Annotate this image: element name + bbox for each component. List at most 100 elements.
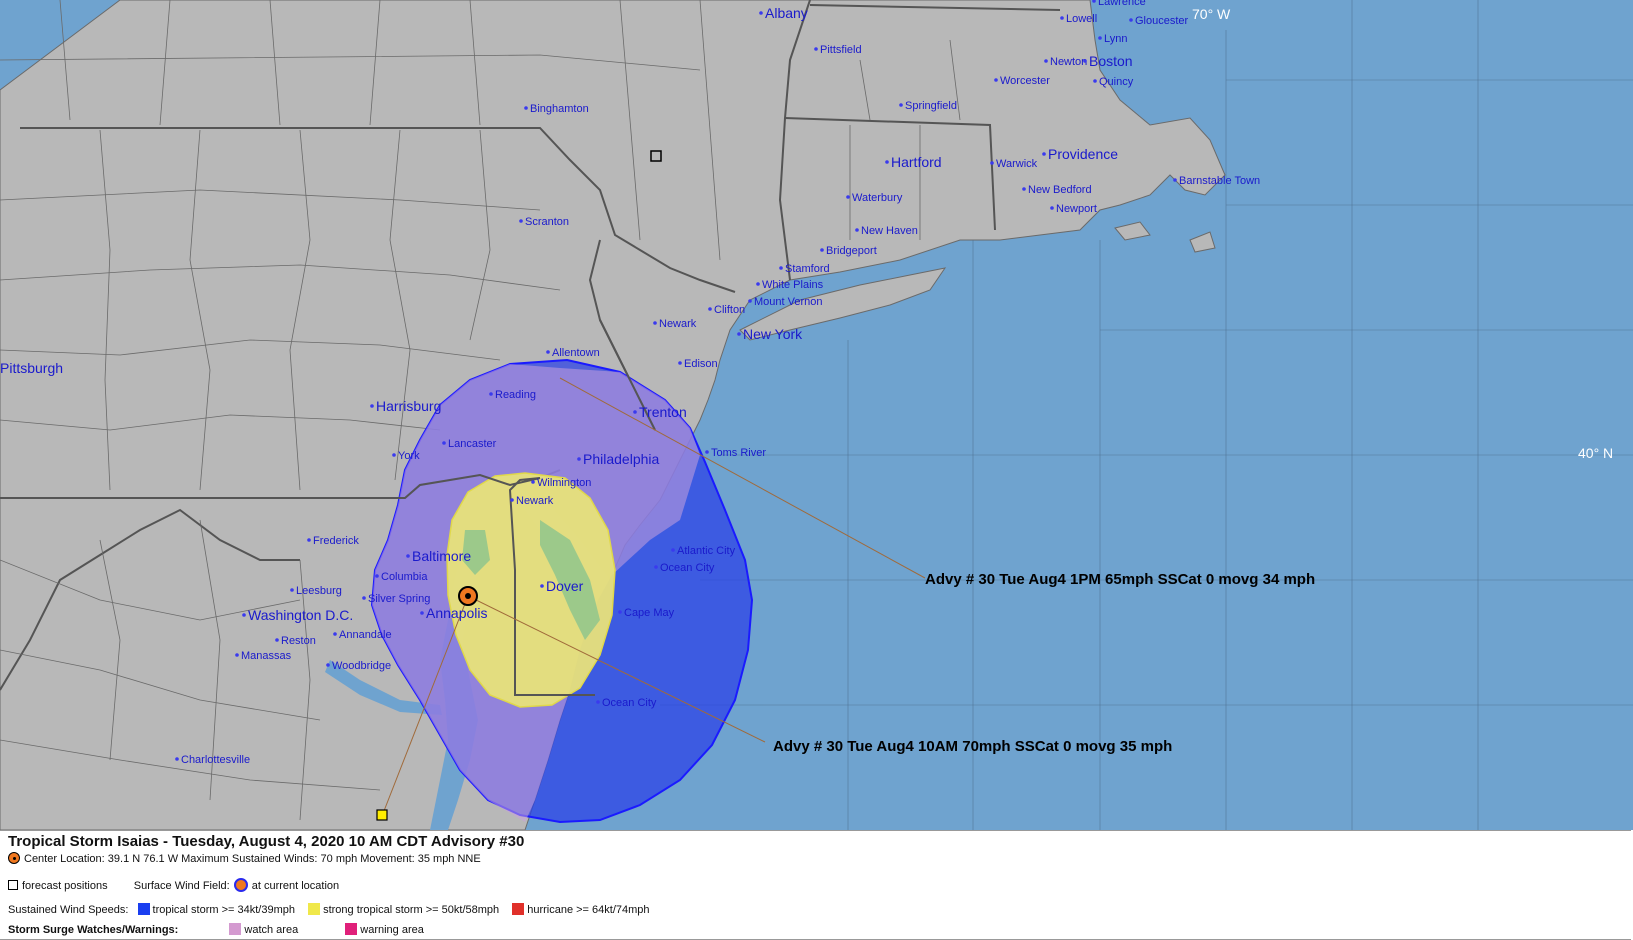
city-label: Allentown — [552, 347, 600, 359]
city-label: Stamford — [785, 263, 830, 275]
current-location-icon — [233, 878, 248, 892]
city-dot — [420, 611, 424, 615]
city-label: Columbia — [381, 571, 428, 583]
city-dot — [362, 596, 366, 600]
storm-surge-row: Storm Surge Watches/Warnings: watch area… — [8, 923, 424, 936]
surface-wind-field-label: Surface Wind Field: — [133, 880, 230, 892]
center-info-row: Center Location: 39.1 N 76.1 W Maximum S… — [8, 852, 481, 865]
city-label: Warwick — [996, 158, 1038, 170]
past-position-marker[interactable] — [376, 809, 388, 821]
city-dot — [546, 350, 550, 354]
city-dot — [814, 47, 818, 51]
city-label: Lawrence — [1098, 0, 1146, 8]
city-label: Scranton — [525, 216, 569, 228]
grid-label-lat: 40° N — [1578, 445, 1613, 461]
city-label: Boston — [1089, 53, 1133, 69]
city-dot — [759, 11, 763, 15]
city-dot — [524, 106, 528, 110]
center-location-icon — [8, 852, 20, 864]
city-dot — [990, 161, 994, 165]
city-label: Philadelphia — [583, 451, 659, 467]
city-label: Toms River — [711, 447, 766, 459]
city-dot — [392, 453, 396, 457]
city-dot — [737, 332, 741, 336]
city-dot — [375, 574, 379, 578]
tropical-storm-label: tropical storm >= 34kt/39mph — [152, 904, 295, 916]
strong-tropical-storm-swatch — [308, 903, 321, 915]
city-label: Silver Spring — [368, 593, 430, 605]
hurricane-swatch — [512, 903, 525, 915]
city-dot — [708, 307, 712, 311]
tropical-storm-swatch — [137, 903, 150, 915]
city-label: New Bedford — [1028, 184, 1092, 196]
city-dot — [175, 757, 179, 761]
city-dot — [1060, 16, 1064, 20]
city-label: Newark — [659, 318, 697, 330]
storm-surge-label: Storm Surge Watches/Warnings: — [8, 924, 179, 936]
city-dot — [1098, 36, 1102, 40]
city-dot — [653, 321, 657, 325]
storm-map[interactable]: 70° W 40° N Albany LawrenceLowell Gloucest… — [0, 0, 1633, 830]
city-label: Newark — [516, 495, 554, 507]
city-dot — [290, 588, 294, 592]
watch-area-swatch — [229, 923, 242, 935]
city-dot — [618, 610, 622, 614]
city-dot — [235, 653, 239, 657]
city-dot — [1042, 152, 1046, 156]
strong-tropical-storm-label: strong tropical storm >= 50kt/58mph — [323, 904, 500, 916]
at-current-location-label: at current location — [251, 880, 340, 892]
city-dot — [370, 404, 374, 408]
city-dot — [855, 228, 859, 232]
city-label: Quincy — [1099, 76, 1134, 88]
city-label: Atlantic City — [677, 545, 736, 557]
city-label: Annandale — [339, 629, 392, 641]
city-dot — [899, 103, 903, 107]
city-dot — [1093, 79, 1097, 83]
city-label: Lancaster — [448, 438, 497, 450]
city-dot — [678, 361, 682, 365]
city-label: Frederick — [313, 535, 359, 547]
city-label: Mount Vernon — [754, 296, 823, 308]
city-label: Cape May — [624, 607, 675, 619]
sustained-wind-speeds-label: Sustained Wind Speeds: — [8, 904, 129, 916]
city-dot — [1050, 206, 1054, 210]
city-label: Baltimore — [412, 548, 471, 564]
city-label: Lynn — [1104, 33, 1127, 45]
warning-area-label: warning area — [360, 924, 424, 936]
city-label: White Plains — [762, 279, 824, 291]
storm-map-view: 70° W 40° N Albany Lawrence Lowell Gloucest… — [0, 0, 1633, 940]
city-label: Harrisburg — [376, 398, 441, 414]
city-dot — [242, 613, 246, 617]
storm-center-marker[interactable] — [458, 586, 478, 606]
city-label: Washington D.C. — [248, 607, 353, 623]
city-dot — [846, 195, 850, 199]
city-dot — [885, 160, 889, 164]
city-dot — [307, 538, 311, 542]
city-label: New Haven — [861, 225, 918, 237]
city-label: Annapolis — [426, 605, 488, 621]
city-dot — [820, 248, 824, 252]
advisory-label-10am: Advy # 30 Tue Aug4 10AM 70mph SSCat 0 mo… — [773, 738, 1172, 755]
warning-area-swatch — [345, 923, 358, 935]
city-label: Pittsfield — [820, 44, 862, 56]
city-label: Dover — [546, 578, 584, 594]
city-label: York — [398, 450, 420, 462]
city-label: Edison — [684, 358, 718, 370]
city-label: Woodbridge — [332, 660, 391, 672]
city-label: Worcester — [1000, 75, 1050, 87]
city-dot — [748, 299, 752, 303]
city-dot — [756, 282, 760, 286]
center-info-text: Center Location: 39.1 N 76.1 W Maximum S… — [24, 853, 481, 865]
city-dot — [596, 700, 600, 704]
city-dot — [779, 266, 783, 270]
city-label: Bridgeport — [826, 245, 877, 257]
city-label: Charlottesville — [181, 754, 250, 766]
city-label: Leesburg — [296, 585, 342, 597]
city-dot — [333, 632, 337, 636]
storm-title: Tropical Storm Isaias - Tuesday, August … — [8, 833, 525, 850]
city-label: Barnstable Town — [1179, 175, 1260, 187]
city-label: Lowell — [1066, 13, 1097, 25]
city-dot — [1173, 178, 1177, 182]
watch-area-label: watch area — [244, 924, 299, 936]
city-dot — [633, 410, 637, 414]
